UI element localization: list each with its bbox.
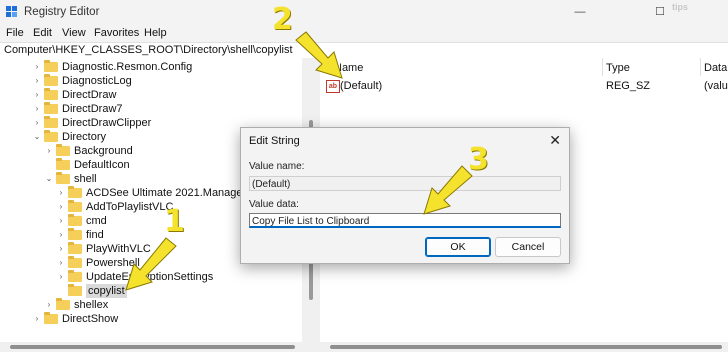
arrow-1-icon bbox=[125, 237, 177, 291]
annotation-number-2: 2 bbox=[272, 2, 293, 37]
annotation-arrows bbox=[125, 31, 473, 291]
arrow-2-icon bbox=[295, 31, 343, 79]
annotation-number-1: 1 bbox=[164, 204, 185, 239]
arrow-3-icon bbox=[423, 165, 473, 215]
annotation-number-3: 3 bbox=[468, 142, 489, 177]
